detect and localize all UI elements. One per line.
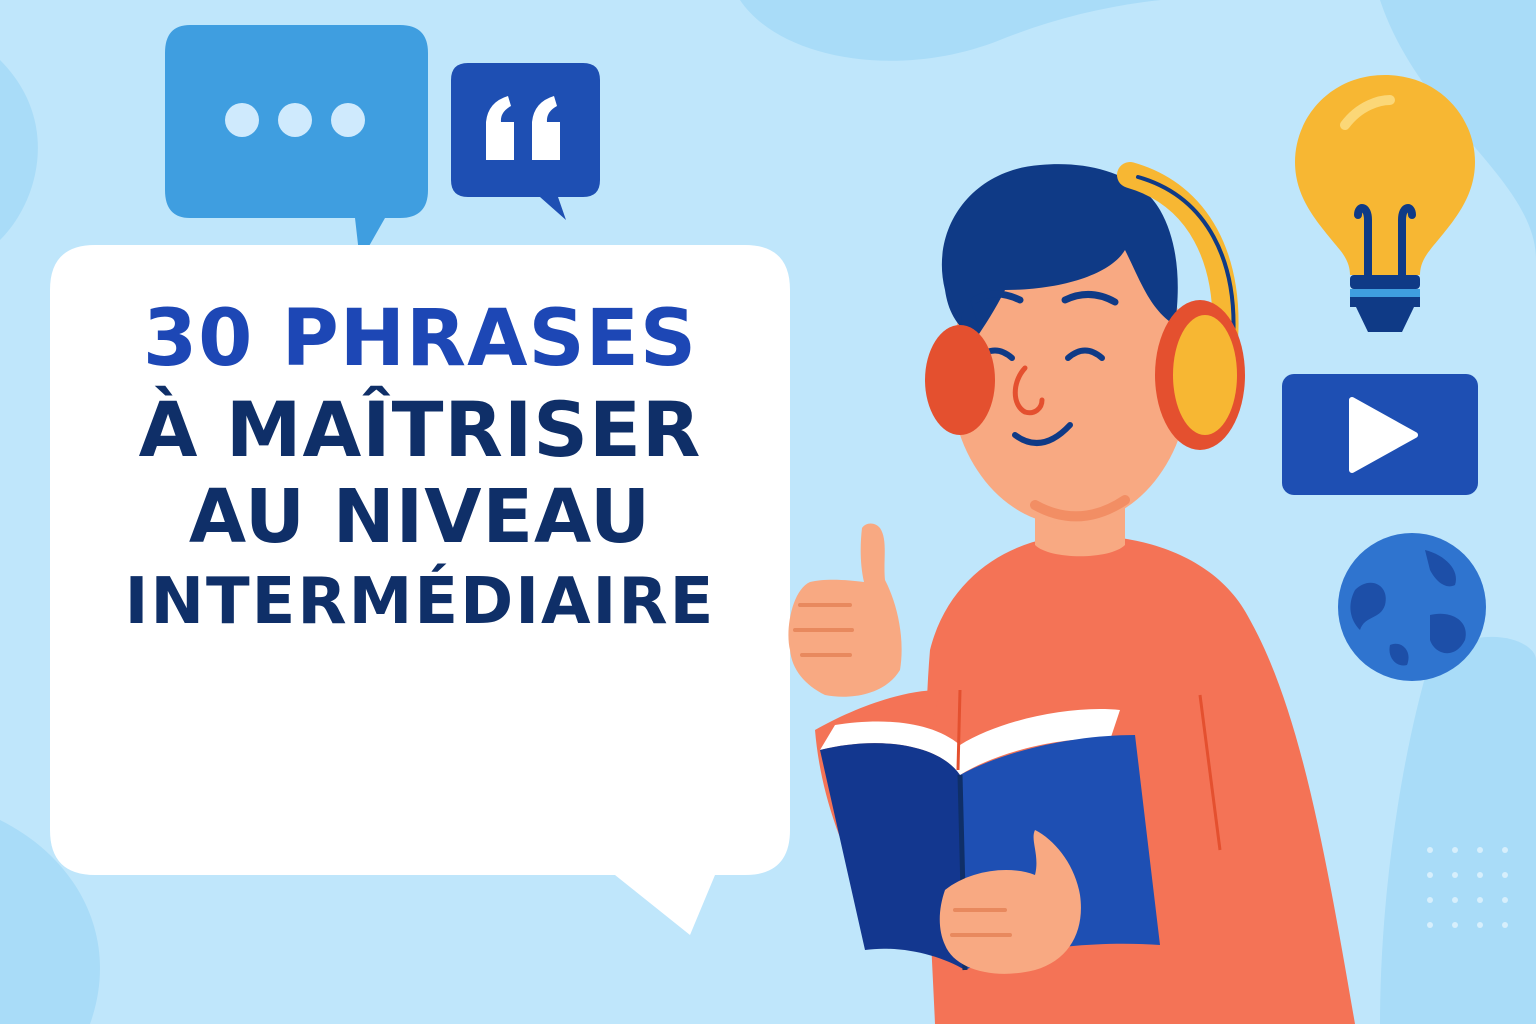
headline-line-1: 30 PHRASES	[142, 294, 698, 384]
student-illustration	[788, 162, 1355, 1024]
headline: 30 PHRASES À MAÎTRISER AU NIVEAU INTERMÉ…	[60, 294, 780, 640]
headline-line-4: INTERMÉDIAIRE	[124, 565, 716, 640]
headline-line-2: À MAÎTRISER	[138, 385, 702, 475]
thumbs-up-hand	[788, 523, 902, 697]
headline-line-3: AU NIVEAU	[188, 474, 652, 561]
